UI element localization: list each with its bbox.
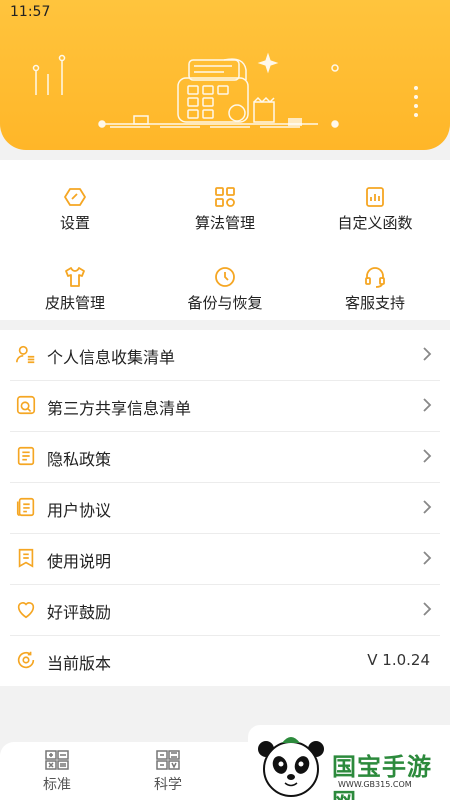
list-item-label: 个人信息收集清单 (47, 348, 176, 367)
list-item-agreement[interactable]: 用户协议 (0, 483, 450, 534)
list-item-label: 使用说明 (47, 552, 112, 571)
tab-label: 标准 (43, 777, 71, 793)
version-value: V 1.0.24 (367, 651, 430, 669)
grid-label: 自定义函数 (337, 214, 413, 232)
chevron-right-icon (423, 551, 432, 565)
heart-icon (17, 602, 35, 619)
profile-header: 11:57 (0, 0, 450, 150)
grid-label: 备份与恢复 (187, 294, 263, 312)
list-item-label: 第三方共享信息清单 (47, 399, 192, 418)
panda-logo-icon (258, 737, 324, 797)
grid-label: 设置 (59, 214, 90, 232)
list-item-label: 当前版本 (47, 654, 112, 673)
list-item-label: 好评鼓励 (47, 603, 112, 622)
function-icon (366, 187, 384, 207)
grid-label: 算法管理 (194, 214, 255, 232)
list-item-version[interactable]: 当前版本 V 1.0.24 (0, 636, 450, 687)
settings-list: 个人信息收集清单 第三方共享信息清单 隐私政策 用户协议 使用说明 好评鼓励 当… (0, 330, 450, 686)
standard-calc-icon (45, 750, 69, 770)
list-item-personal-info[interactable]: 个人信息收集清单 (0, 330, 450, 381)
tab-label: 科学 (154, 777, 182, 793)
scientific-calc-icon (156, 750, 180, 770)
document-icon (17, 446, 35, 466)
chevron-right-icon (423, 500, 432, 514)
version-icon (17, 651, 35, 669)
decorative-dots (414, 86, 420, 122)
chevron-right-icon (423, 347, 432, 361)
grid-item-algorithm[interactable]: 算法管理 (150, 170, 300, 250)
chevron-right-icon (423, 449, 432, 463)
list-item-manual[interactable]: 使用说明 (0, 534, 450, 585)
chevron-right-icon (423, 602, 432, 616)
chevron-right-icon (423, 398, 432, 412)
list-item-third-party[interactable]: 第三方共享信息清单 (0, 381, 450, 432)
watermark-logo-text: 国宝手游网 (332, 753, 432, 800)
calculator-illustration (32, 52, 339, 128)
grid-item-support[interactable]: 客服支持 (300, 250, 450, 330)
algorithm-icon (215, 187, 235, 207)
grid-item-skin[interactable]: 皮肤管理 (0, 250, 150, 330)
list-item-privacy[interactable]: 隐私政策 (0, 432, 450, 483)
site-watermark: 国宝手游网 WWW.GB315.COM (248, 725, 450, 800)
share-icon (16, 395, 36, 415)
settings-icon (64, 188, 86, 206)
user-list-icon (16, 345, 35, 364)
agreement-icon (16, 497, 35, 517)
feature-grid: 设置 算法管理 自定义函数 皮肤管理 备份与恢复 客服支持 (0, 160, 450, 320)
grid-label: 皮肤管理 (44, 294, 105, 312)
headset-icon (365, 267, 385, 288)
list-item-label: 隐私政策 (47, 450, 112, 469)
tab-standard[interactable]: 标准 (22, 742, 92, 800)
manual-icon (18, 548, 34, 568)
grid-item-backup[interactable]: 备份与恢复 (150, 250, 300, 330)
list-item-rating[interactable]: 好评鼓励 (0, 585, 450, 636)
list-item-label: 用户协议 (47, 501, 112, 520)
watermark-url: WWW.GB315.COM (338, 780, 412, 789)
tab-scientific[interactable]: 科学 (133, 742, 203, 800)
grid-item-settings[interactable]: 设置 (0, 170, 150, 250)
grid-label: 客服支持 (344, 294, 405, 312)
grid-item-custom-function[interactable]: 自定义函数 (300, 170, 450, 250)
backup-icon (215, 267, 235, 287)
tshirt-icon (65, 267, 85, 287)
